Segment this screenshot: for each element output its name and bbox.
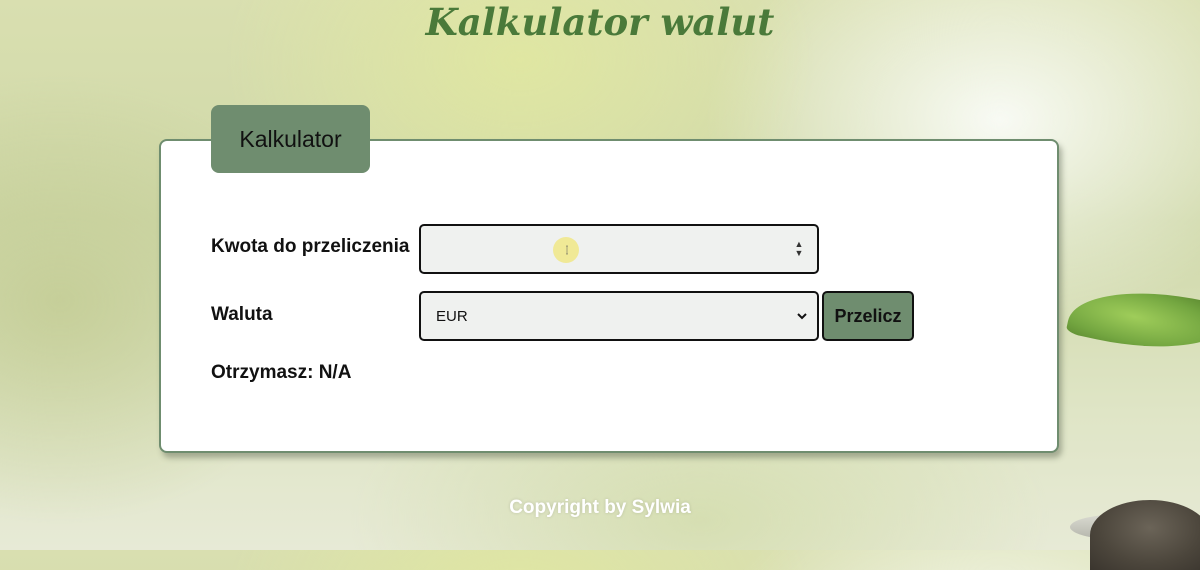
amount-label: Kwota do przeliczenia bbox=[211, 236, 410, 257]
footer-copyright: Copyright by Sylwia bbox=[509, 497, 691, 518]
currency-select[interactable]: EUR bbox=[419, 291, 819, 341]
convert-button[interactable]: Przelicz bbox=[822, 291, 914, 341]
chevron-down-icon bbox=[797, 313, 807, 320]
result-text: Otrzymasz: N/A bbox=[211, 362, 352, 383]
number-spinner-icon[interactable]: ▲ ▼ bbox=[794, 240, 804, 258]
currency-selected-value: EUR bbox=[436, 307, 468, 325]
currency-label: Waluta bbox=[211, 304, 273, 325]
page-title: Kalkulator walut bbox=[425, 0, 775, 44]
card-tab-label: Kalkulator bbox=[211, 105, 370, 173]
background-leaf-decoration bbox=[1065, 274, 1200, 366]
text-cursor-icon bbox=[566, 245, 568, 255]
amount-input[interactable]: ▲ ▼ bbox=[419, 224, 819, 274]
